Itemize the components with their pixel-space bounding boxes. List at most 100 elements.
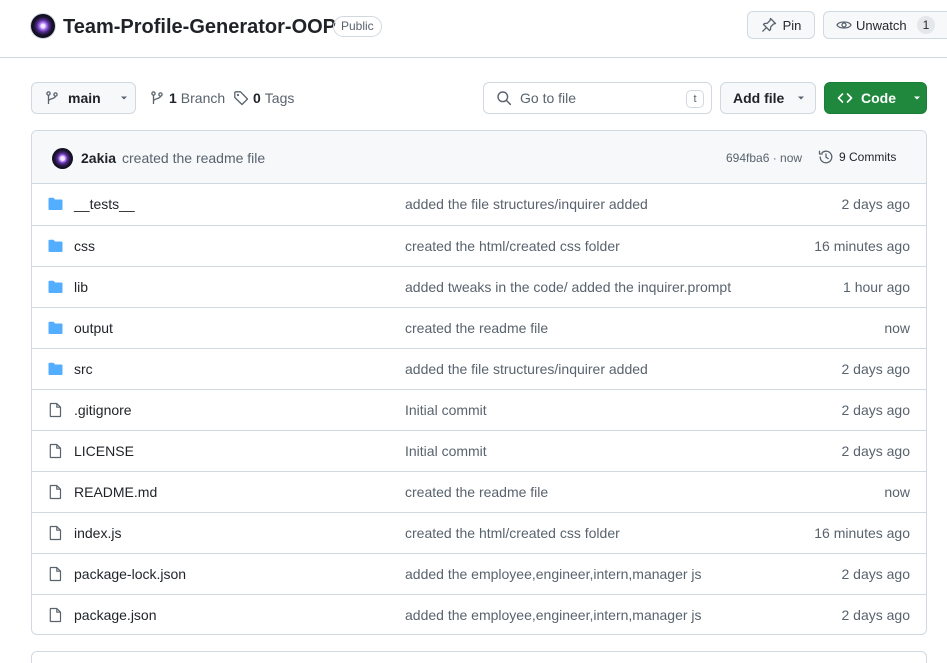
table-row[interactable]: output created the readme file now xyxy=(32,307,926,348)
eye-icon xyxy=(836,21,852,29)
file-commit-age: 2 days ago xyxy=(841,607,911,623)
pin-button[interactable]: Pin xyxy=(747,11,815,39)
add-file-label: Add file xyxy=(733,90,785,106)
file-commit-message[interactable]: created the readme file xyxy=(405,484,548,500)
table-row[interactable]: lib added tweaks in the code/ added the i… xyxy=(32,266,926,307)
pin-label: Pin xyxy=(782,17,802,33)
code-label: Code xyxy=(861,90,896,106)
history-icon xyxy=(818,150,833,164)
tags-label: Tags xyxy=(264,90,295,106)
file-name[interactable]: package.json xyxy=(74,607,157,623)
readme-box xyxy=(31,651,927,663)
table-row[interactable]: package.json added the employee,engineer,… xyxy=(32,594,926,634)
branches-link[interactable]: 1 Branch xyxy=(149,82,225,114)
folder-icon xyxy=(47,279,64,295)
commit-hash[interactable]: 694fba6 · now xyxy=(726,151,802,165)
table-row[interactable]: LICENSE Initial commit 2 days ago xyxy=(32,430,926,471)
file-commit-message[interactable]: added the file structures/inquirer added xyxy=(405,196,648,212)
file-commit-message[interactable]: added tweaks in the code/ added the inqu… xyxy=(405,279,731,295)
add-file-button[interactable]: Add file xyxy=(720,82,816,114)
search-placeholder: Go to file xyxy=(520,90,577,106)
caret-down-icon xyxy=(798,96,805,100)
table-row[interactable]: __tests__ added the file structures/inqui… xyxy=(32,184,926,225)
visibility-badge: Public xyxy=(333,16,382,37)
file-name[interactable]: lib xyxy=(74,279,88,295)
folder-icon xyxy=(47,238,64,254)
file-commit-message[interactable]: added the employee,engineer,intern,manag… xyxy=(405,566,702,582)
file-commit-age: 2 days ago xyxy=(841,443,911,459)
branch-name: main xyxy=(68,90,101,106)
file-icon xyxy=(47,443,64,459)
file-name[interactable]: src xyxy=(74,361,93,377)
branches-label: Branch xyxy=(180,90,226,106)
repo-header: Team-Profile-Generator-OOP Public Pin Un… xyxy=(0,0,947,58)
file-commit-age: 2 days ago xyxy=(841,402,911,418)
file-commit-age: now xyxy=(884,484,910,500)
latest-commit-bar: 2akia created the readme file 694fba6 · … xyxy=(32,131,926,184)
caret-down-icon xyxy=(914,96,920,100)
file-commit-age: now xyxy=(884,320,910,336)
file-icon xyxy=(47,484,64,500)
folder-icon xyxy=(47,320,64,336)
commit-message[interactable]: created the readme file xyxy=(122,150,265,166)
watch-count: 1 xyxy=(916,16,936,34)
file-name[interactable]: LICENSE xyxy=(74,443,134,459)
branch-icon xyxy=(151,91,163,104)
file-commit-age: 1 hour ago xyxy=(843,279,910,295)
code-button[interactable]: Code xyxy=(824,82,927,114)
folder-icon xyxy=(47,196,64,212)
table-row[interactable]: README.md created the readme file now xyxy=(32,471,926,512)
repo-name[interactable]: Team-Profile-Generator-OOP xyxy=(63,14,336,40)
file-commit-age: 2 days ago xyxy=(841,196,911,212)
file-list: __tests__added the file structures/inqui… xyxy=(32,184,926,634)
file-name[interactable]: output xyxy=(74,320,113,336)
file-commit-age: 2 days ago xyxy=(841,566,911,582)
branches-count: 1 xyxy=(169,90,177,106)
file-commit-message[interactable]: created the html/created css folder xyxy=(405,525,620,541)
commits-count: 9 Commits xyxy=(839,150,897,164)
repo-owner-avatar[interactable] xyxy=(31,14,55,38)
unwatch-button[interactable]: Unwatch 1 xyxy=(823,11,947,39)
file-icon xyxy=(47,402,64,418)
pin-icon xyxy=(761,17,776,32)
unwatch-label: Unwatch xyxy=(856,17,907,33)
table-row[interactable]: .gitignore Initial commit 2 days ago xyxy=(32,389,926,430)
folder-icon xyxy=(47,361,64,377)
avatar[interactable] xyxy=(52,148,73,169)
file-commit-age: 16 minutes ago xyxy=(814,238,910,254)
file-commit-age: 2 days ago xyxy=(841,361,911,377)
table-row[interactable]: src added the file structures/inquirer ad… xyxy=(32,348,926,389)
file-name[interactable]: README.md xyxy=(74,484,157,500)
file-commit-age: 16 minutes ago xyxy=(814,525,910,541)
shortcut-hint: t xyxy=(686,90,704,108)
file-name[interactable]: package-lock.json xyxy=(74,566,186,582)
file-commit-message[interactable]: Initial commit xyxy=(405,402,487,418)
table-row[interactable]: index.js created the html/created css fol… xyxy=(32,512,926,553)
branch-icon xyxy=(46,91,58,104)
file-name[interactable]: __tests__ xyxy=(74,196,135,212)
file-commit-message[interactable]: added the file structures/inquirer added xyxy=(405,361,648,377)
caret-down-icon xyxy=(120,96,127,100)
search-icon xyxy=(497,91,512,106)
file-icon xyxy=(47,607,64,623)
file-commit-message[interactable]: Initial commit xyxy=(405,443,487,459)
code-icon xyxy=(837,93,853,103)
branch-select-button[interactable]: main xyxy=(31,82,136,114)
table-row[interactable]: package-lock.json added the employee,engi… xyxy=(32,553,926,594)
commit-author[interactable]: 2akia xyxy=(81,150,116,166)
file-commit-message[interactable]: created the readme file xyxy=(405,320,548,336)
file-commit-message[interactable]: added the employee,engineer,intern,manag… xyxy=(405,607,702,623)
file-icon xyxy=(47,525,64,541)
tags-count: 0 xyxy=(253,90,261,106)
file-name[interactable]: index.js xyxy=(74,525,121,541)
file-name[interactable]: .gitignore xyxy=(74,402,132,418)
file-table: 2akia created the readme file 694fba6 · … xyxy=(31,130,927,635)
commits-link[interactable]: 9 Commits xyxy=(818,149,896,165)
table-row[interactable]: css created the html/created css folder 16… xyxy=(32,225,926,266)
file-name[interactable]: css xyxy=(74,238,95,254)
tag-icon xyxy=(234,91,249,106)
tags-link[interactable]: 0 Tags xyxy=(233,82,294,114)
file-commit-message[interactable]: created the html/created css folder xyxy=(405,238,620,254)
go-to-file-input[interactable]: Go to file t xyxy=(483,82,712,114)
file-icon xyxy=(47,566,64,582)
